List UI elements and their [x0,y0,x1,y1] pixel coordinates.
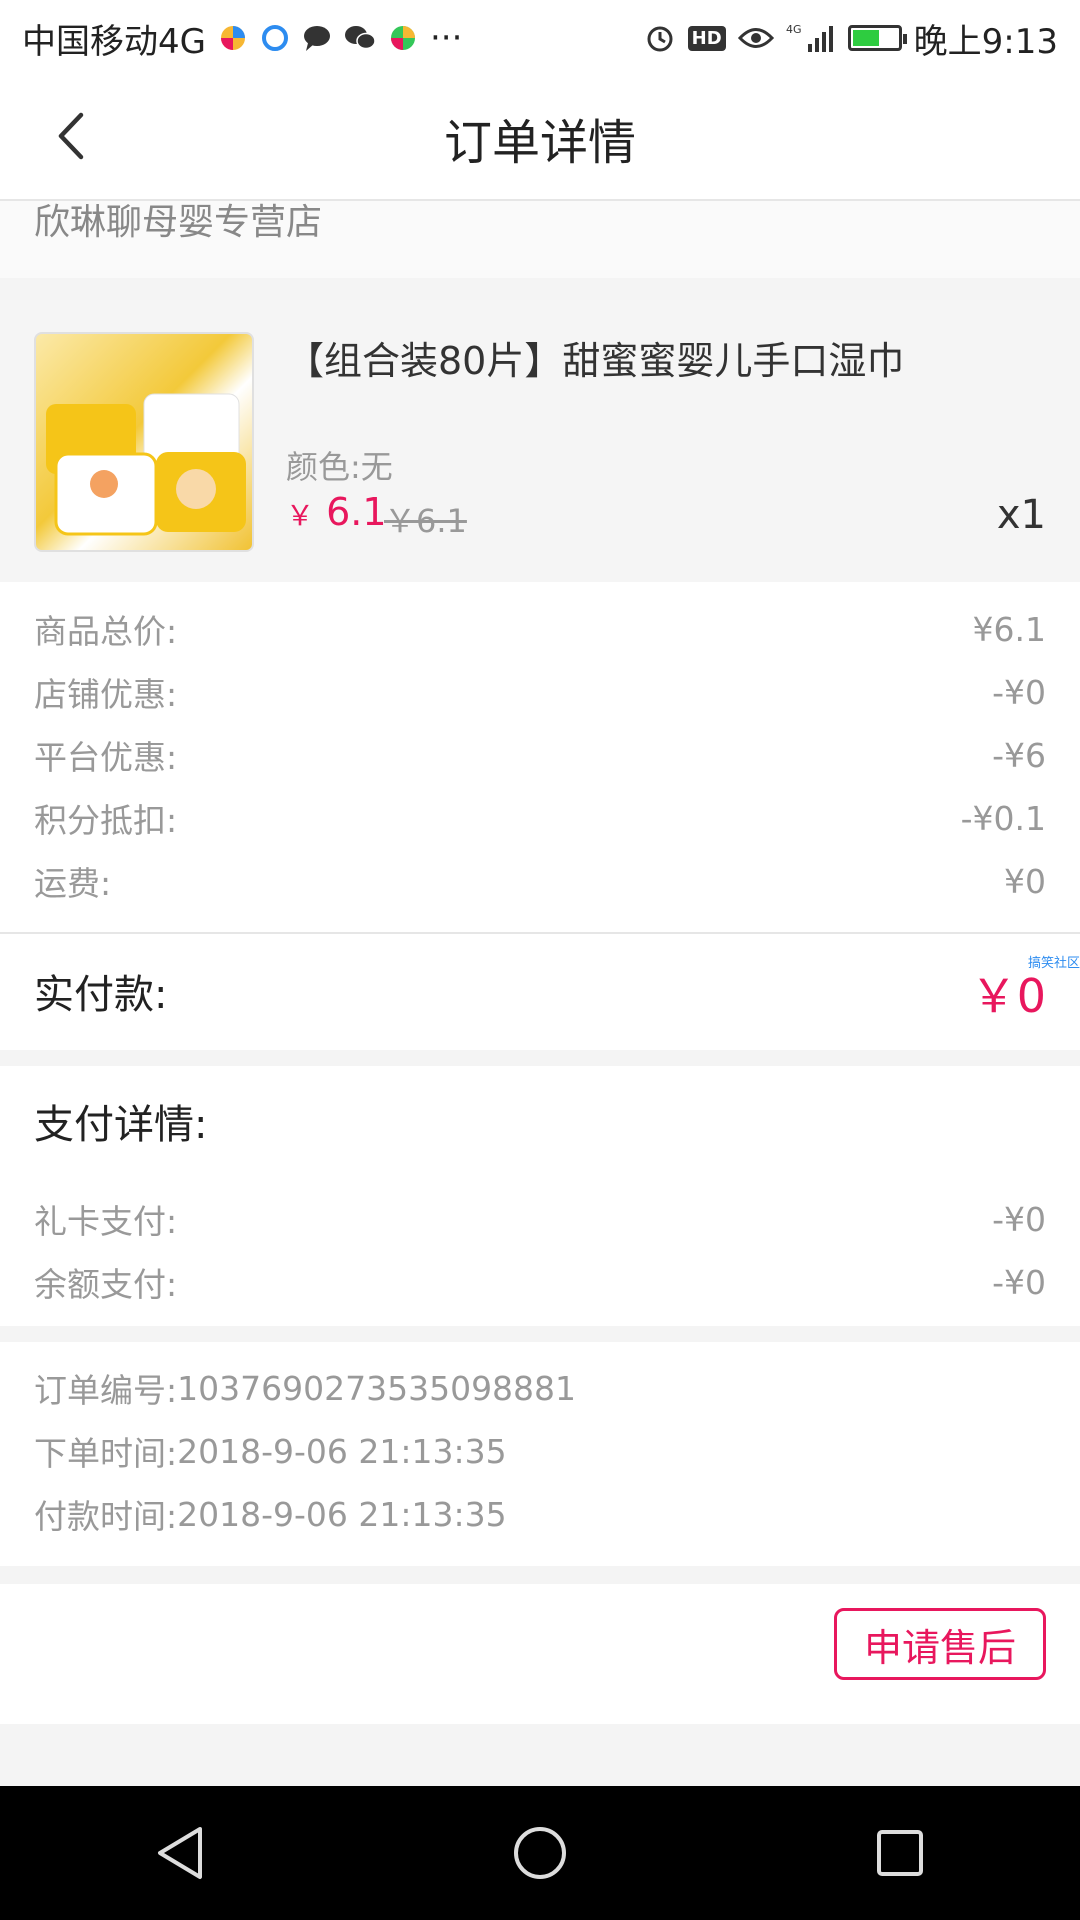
system-nav-bar [0,1786,1080,1920]
nav-home-button[interactable] [500,1813,580,1893]
status-bar-right: HD 4G 晚上9:13 [644,14,1058,63]
browser-icon [260,23,290,53]
price-summary: 商品总价: ¥6.1 店铺优惠: -¥0 平台优惠: -¥6 积分抵扣: -¥0.1 运… [0,582,1080,934]
product-title[interactable]: 【组合装80片】甜蜜蜜婴儿手口湿巾 [286,330,904,385]
product-original-price: ￥6.1 [384,502,467,540]
product-quantity: x1 [996,492,1046,538]
order-info-label: 下单时间: [34,1434,178,1473]
network-type-label: 4G [786,23,802,36]
total-value: ￥0 [970,969,1046,1023]
triangle-back-icon [158,1827,202,1879]
summary-value: -¥6 [992,735,1046,775]
nav-recents-button[interactable] [860,1813,940,1893]
payment-label: 余额支付: [34,1265,178,1304]
price-currency: ￥ [286,499,315,532]
shop-strip: 欣琳聊母婴专营店 [0,201,1080,278]
clock: 晚上9:13 [913,21,1058,62]
summary-value: -¥0 [992,672,1046,712]
summary-label: 积分抵扣: [34,801,178,840]
eye-care-icon [737,25,774,51]
more-notifications-icon: ··· [429,18,463,58]
summary-value: -¥0.1 [960,798,1046,838]
page-title: 订单详情 [443,114,636,171]
summary-label: 店铺优惠: [34,675,178,714]
order-info-row: 订单编号: 1037690273535098881 [34,1363,1046,1413]
hd-icon: HD [687,25,726,51]
summary-label: 平台优惠: [34,738,178,777]
square-recents-icon [877,1830,923,1876]
payment-heading: 支付详情: [34,1102,208,1148]
circle-home-icon [514,1827,566,1879]
total-label: 实付款: [34,972,168,1018]
battery-icon [847,25,907,51]
status-bar: 中国移动4G ··· HD 4G 晚上9:13 [0,0,1080,76]
summary-row: 店铺优惠: -¥0 [34,667,1046,717]
total-paid: 实付款: 搞笑社区 ￥0 [0,934,1080,1050]
product-spec: 颜色:无 [286,448,393,486]
back-button[interactable] [40,106,100,166]
summary-row: 积分抵扣: -¥0.1 [34,793,1046,843]
shop-name[interactable]: 欣琳聊母婴专营店 [34,201,322,245]
payment-value: -¥0 [992,1262,1046,1302]
action-bar: 申请售后 [0,1584,1080,1724]
status-bar-left: 中国移动4G ··· [22,14,462,63]
summary-label: 运费: [34,864,112,903]
summary-label: 商品总价: [34,612,178,651]
message-icon [302,23,332,53]
order-info-label: 付款时间: [34,1497,178,1536]
payment-details: 支付详情: 礼卡支付: -¥0 余额支付: -¥0 [0,1066,1080,1326]
order-info-row: 下单时间: 2018-9-06 21:13:35 [34,1426,1046,1476]
summary-value: ¥0 [1004,861,1046,901]
payment-row: 礼卡支付: -¥0 [34,1194,1046,1244]
summary-row: 运费: ¥0 [34,856,1046,906]
app-notification-icon-2 [388,23,418,53]
app-notification-icon [218,23,248,53]
order-info-value: 1037690273535098881 [177,1368,577,1408]
summary-row: 商品总价: ¥6.1 [34,604,1046,654]
order-info: 订单编号: 1037690273535098881 下单时间: 2018-9-06 … [0,1342,1080,1566]
chevron-left-icon [58,112,84,160]
order-info-label: 订单编号: [34,1371,178,1410]
app-header: 订单详情 [0,76,1080,201]
wechat-icon [344,23,376,53]
order-info-value: 2018-9-06 21:13:35 [177,1494,507,1534]
product-item[interactable]: 【组合装80片】甜蜜蜜婴儿手口湿巾 颜色:无 ￥ 6.1 ￥6.1 x1 [0,300,1080,582]
apply-aftersale-button[interactable]: 申请售后 [834,1608,1046,1680]
summary-value: ¥6.1 [972,609,1046,649]
payment-label: 礼卡支付: [34,1202,178,1241]
price-value: 6.1 [326,490,387,534]
payment-value: -¥0 [992,1199,1046,1239]
payment-row: 余额支付: -¥0 [34,1257,1046,1307]
product-price: ￥ 6.1 [286,490,387,534]
order-info-row: 付款时间: 2018-9-06 21:13:35 [34,1489,1046,1539]
summary-row: 平台优惠: -¥6 [34,730,1046,780]
nav-back-button[interactable] [140,1813,220,1893]
order-info-value: 2018-9-06 21:13:35 [177,1431,507,1471]
alarm-icon [644,22,676,54]
signal-icon: 4G [786,22,836,54]
product-image[interactable] [34,332,254,552]
carrier-label: 中国移动4G [22,21,206,62]
